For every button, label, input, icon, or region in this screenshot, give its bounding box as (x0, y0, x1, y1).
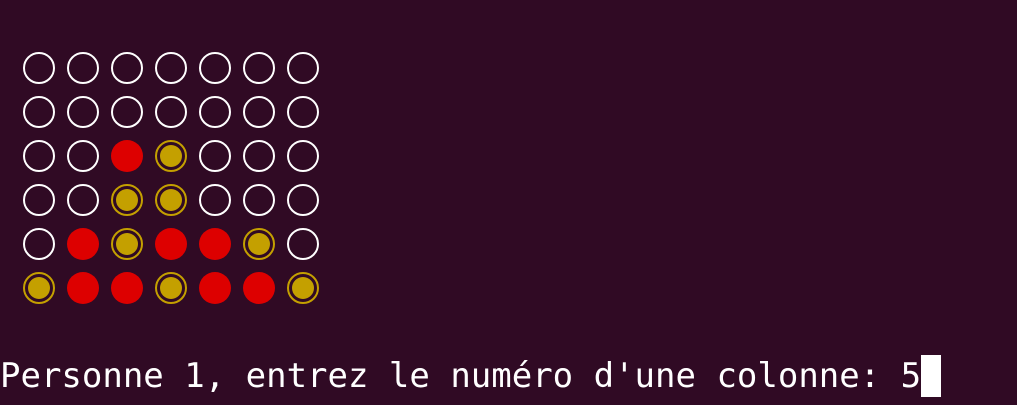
cell-empty-r3-c5 (199, 140, 231, 172)
cell-empty-r5-c7 (287, 228, 319, 260)
cell-empty-r1-c7 (287, 52, 319, 84)
cell-empty-r3-c6 (243, 140, 275, 172)
cell-red-r5-c2 (67, 228, 99, 260)
cell-empty-r2-c2 (67, 96, 99, 128)
text-cursor (921, 355, 942, 397)
cell-red-r5-c4 (155, 228, 187, 260)
cell-empty-r4-c2 (67, 184, 99, 216)
cell-empty-r1-c3 (111, 52, 143, 84)
cell-empty-r4-c5 (199, 184, 231, 216)
cell-empty-r4-c6 (243, 184, 275, 216)
cell-empty-r4-c1 (23, 184, 55, 216)
cell-yellow-r4-c4 (155, 184, 187, 216)
cell-empty-r1-c6 (243, 52, 275, 84)
input-value[interactable]: 5 (901, 350, 921, 402)
cell-empty-r1-c5 (199, 52, 231, 84)
cell-empty-r4-c7 (287, 184, 319, 216)
cell-yellow-r6-c7 (287, 272, 319, 304)
cell-red-r5-c5 (199, 228, 231, 260)
cell-empty-r2-c5 (199, 96, 231, 128)
prompt-line[interactable]: Personne 1, entrez le numéro d'une colon… (0, 350, 942, 402)
cell-yellow-r5-c6 (243, 228, 275, 260)
cell-empty-r5-c1 (23, 228, 55, 260)
terminal-window[interactable]: Personne 1, entrez le numéro d'une colon… (0, 0, 1017, 405)
cell-yellow-r5-c3 (111, 228, 143, 260)
cell-yellow-r6-c4 (155, 272, 187, 304)
cell-red-r3-c3 (111, 140, 143, 172)
cell-empty-r2-c7 (287, 96, 319, 128)
cell-red-r6-c2 (67, 272, 99, 304)
cell-empty-r1-c2 (67, 52, 99, 84)
cell-empty-r3-c7 (287, 140, 319, 172)
cell-empty-r2-c4 (155, 96, 187, 128)
cell-empty-r2-c1 (23, 96, 55, 128)
cell-yellow-r3-c4 (155, 140, 187, 172)
cell-empty-r1-c1 (23, 52, 55, 84)
cell-empty-r1-c4 (155, 52, 187, 84)
cell-empty-r3-c2 (67, 140, 99, 172)
cell-red-r6-c3 (111, 272, 143, 304)
cell-red-r6-c5 (199, 272, 231, 304)
cell-yellow-r4-c3 (111, 184, 143, 216)
cell-red-r6-c6 (243, 272, 275, 304)
cell-empty-r2-c3 (111, 96, 143, 128)
prompt-text: Personne 1, entrez le numéro d'une colon… (0, 356, 901, 396)
cell-yellow-r6-c1 (23, 272, 55, 304)
cell-empty-r2-c6 (243, 96, 275, 128)
game-board (23, 52, 319, 304)
cell-empty-r3-c1 (23, 140, 55, 172)
